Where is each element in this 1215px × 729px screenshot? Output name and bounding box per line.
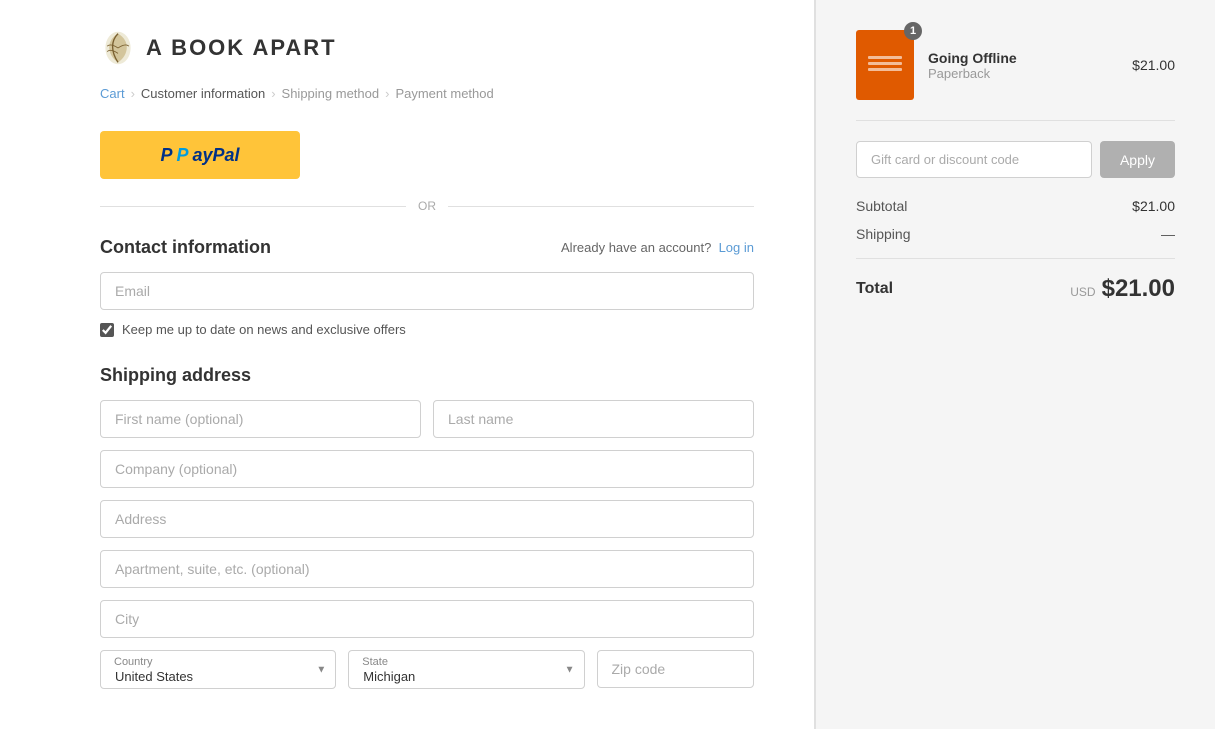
logo-text: A BOOK APART: [146, 35, 337, 61]
paypal-button[interactable]: P P ayPal: [100, 131, 300, 179]
last-name-input[interactable]: [433, 400, 754, 438]
zip-input[interactable]: [597, 650, 755, 688]
country-select[interactable]: United States: [100, 650, 336, 689]
country-select-wrapper: Country United States ▼: [100, 650, 336, 689]
cart-item-title: Going Offline: [928, 50, 1118, 66]
country-state-row: Country United States ▼ State Michigan ▼: [100, 650, 754, 689]
cart-item-info: Going Offline Paperback: [928, 50, 1118, 81]
cart-item-price: $21.00: [1132, 57, 1175, 73]
item-quantity-badge: 1: [904, 22, 922, 40]
cart-item-subtitle: Paperback: [928, 66, 1118, 81]
company-input[interactable]: [100, 450, 754, 488]
paypal-logo: P P ayPal: [160, 145, 239, 166]
newsletter-row: Keep me up to date on news and exclusive…: [100, 322, 754, 337]
total-currency: USD: [1070, 285, 1095, 299]
checkout-form: A BOOK APART Cart › Customer information…: [0, 0, 815, 729]
login-link[interactable]: Log in: [719, 240, 754, 255]
shipping-label: Shipping: [856, 226, 911, 242]
cart-item: 1 Going Offline Paperback $21.00: [856, 30, 1175, 121]
shipping-title: Shipping address: [100, 365, 251, 386]
book-thumb-wrapper: 1: [856, 30, 914, 100]
shipping-row: Shipping —: [856, 226, 1175, 242]
state-select[interactable]: Michigan: [348, 650, 584, 689]
state-select-wrapper: State Michigan ▼: [348, 650, 584, 689]
total-value-wrap: USD $21.00: [1070, 275, 1175, 303]
logo: A BOOK APART: [100, 30, 754, 66]
zip-wrapper: [597, 650, 755, 688]
apply-button[interactable]: Apply: [1100, 141, 1175, 178]
discount-row: Apply: [856, 141, 1175, 178]
shipping-value: —: [1161, 226, 1175, 242]
first-name-input[interactable]: [100, 400, 421, 438]
breadcrumb-cart[interactable]: Cart: [100, 86, 125, 101]
total-label: Total: [856, 280, 893, 298]
city-input[interactable]: [100, 600, 754, 638]
total-row: Total USD $21.00: [856, 275, 1175, 303]
breadcrumb: Cart › Customer information › Shipping m…: [100, 86, 754, 101]
or-divider: OR: [100, 199, 754, 213]
subtotal-label: Subtotal: [856, 198, 907, 214]
subtotal-row: Subtotal $21.00: [856, 198, 1175, 214]
discount-input[interactable]: [856, 141, 1092, 178]
breadcrumb-sep-3: ›: [385, 86, 389, 101]
contact-title: Contact information: [100, 237, 271, 258]
summary-divider: [856, 258, 1175, 259]
breadcrumb-payment: Payment method: [395, 86, 493, 101]
subtotal-value: $21.00: [1132, 198, 1175, 214]
name-row: [100, 400, 754, 450]
login-prompt: Already have an account? Log in: [561, 240, 754, 255]
book-lines: [868, 56, 902, 74]
breadcrumb-shipping: Shipping method: [282, 86, 380, 101]
newsletter-label: Keep me up to date on news and exclusive…: [122, 322, 406, 337]
apt-input[interactable]: [100, 550, 754, 588]
shipping-section-header: Shipping address: [100, 365, 754, 386]
order-summary: 1 Going Offline Paperback $21.00 Apply S…: [815, 0, 1215, 729]
breadcrumb-sep-2: ›: [271, 86, 275, 101]
newsletter-checkbox[interactable]: [100, 323, 114, 337]
breadcrumb-sep-1: ›: [131, 86, 135, 101]
book-thumbnail: [856, 30, 914, 100]
address-input[interactable]: [100, 500, 754, 538]
total-amount: $21.00: [1102, 275, 1175, 303]
leaf-icon: [100, 30, 136, 66]
contact-section-header: Contact information Already have an acco…: [100, 237, 754, 258]
email-input[interactable]: [100, 272, 754, 310]
breadcrumb-customer-info: Customer information: [141, 86, 265, 101]
